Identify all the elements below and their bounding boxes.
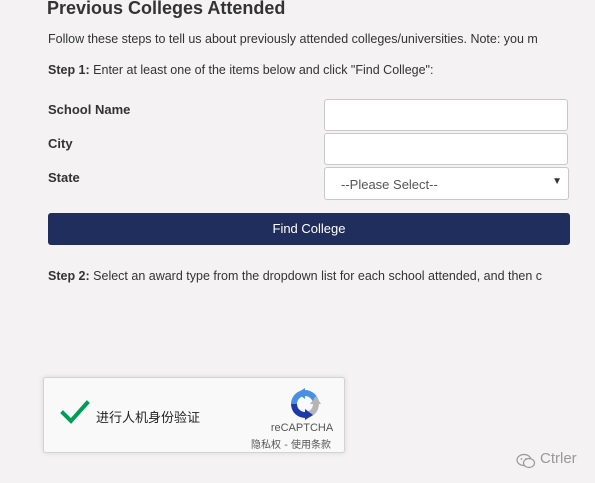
state-select-value: --Please Select-- [341,177,438,192]
watermark-text: Ctrler [540,450,577,467]
school-name-label: School Name [48,102,131,117]
step-2-instruction: Step 2: Select an award type from the dr… [48,269,542,283]
dropdown-arrow-icon: ▼ [552,176,562,187]
state-select[interactable]: --Please Select-- ▼ [324,167,569,200]
recaptcha-widget: 进行人机身份验证 reCAPTCHA 隐私权 - 使用条款 [43,377,345,453]
step-2-label: Step 2: [48,269,90,283]
wechat-icon [516,453,536,469]
step-1-label: Step 1: [48,63,90,77]
step-2-text: Select an award type from the dropdown l… [89,269,543,283]
state-label: State [48,170,80,185]
find-college-button[interactable]: Find College [48,213,570,245]
recaptcha-brand: reCAPTCHA [270,422,334,434]
step-1-instruction: Step 1: Enter at least one of the items … [48,63,433,77]
city-label: City [48,136,73,151]
step-1-text: Enter at least one of the items below an… [89,63,434,77]
school-name-input[interactable] [324,99,568,131]
recaptcha-logo-icon [291,388,321,420]
page-title: Previous Colleges Attended [47,0,286,18]
intro-text: Follow these steps to tell us about prev… [48,32,538,46]
recaptcha-privacy-terms-links[interactable]: 隐私权 - 使用条款 [238,436,344,451]
city-input[interactable] [324,133,568,165]
